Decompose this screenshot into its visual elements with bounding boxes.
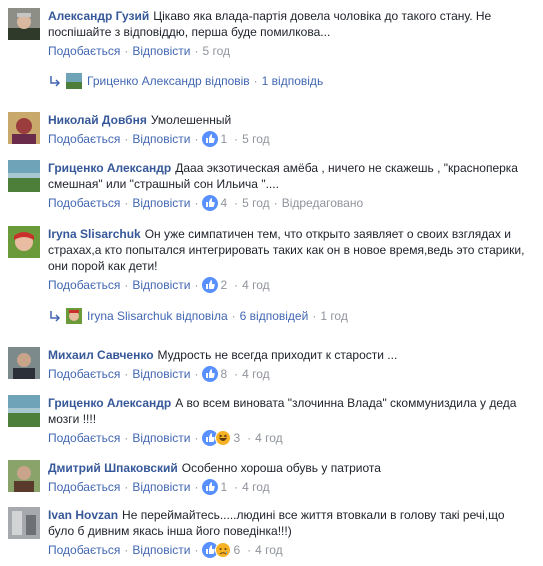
comment-author[interactable]: Дмитрий Шпаковский [48, 461, 178, 475]
timestamp[interactable]: 4 год [242, 366, 270, 382]
reactions[interactable]: 3 [202, 430, 240, 446]
reply-count[interactable]: 1 відповідь [262, 74, 324, 88]
comment-author[interactable]: Гриценко Александр [48, 396, 171, 410]
reply-button[interactable]: Відповісти [132, 366, 190, 382]
timestamp[interactable]: 4 год [255, 430, 283, 446]
reply-button[interactable]: Відповісти [132, 542, 190, 558]
like-button[interactable]: Подобається [48, 43, 120, 59]
avatar[interactable] [8, 112, 40, 144]
reply-count[interactable]: 6 відповідей [240, 309, 309, 323]
like-reaction-icon [202, 277, 219, 293]
avatar[interactable] [8, 395, 40, 427]
reactions[interactable]: 1 [202, 479, 227, 495]
reply-button[interactable]: Відповісти [132, 195, 190, 211]
comment-actions: Подобається · Відповісти · 1 · 5 год [48, 131, 270, 147]
reply-author[interactable]: Гриценко Александр [87, 74, 202, 88]
like-reaction-icon [202, 195, 219, 211]
reply-verb: відповіла [175, 309, 228, 323]
reply-thread-link[interactable]: Гриценко Александр відповів · 1 відповідь [48, 72, 323, 90]
like-button[interactable]: Подобається [48, 195, 120, 211]
comment-author[interactable]: Гриценко Александр [48, 161, 171, 175]
comment-actions: Подобається · Відповісти · 8 · 4 год [48, 366, 270, 382]
comment-message: Особенно хороша обувь у патриота [181, 461, 381, 475]
reply-button[interactable]: Відповісти [132, 479, 190, 495]
timestamp[interactable]: 4 год [242, 479, 270, 495]
reply-arrow-icon [50, 311, 61, 322]
comment-message: Мудрость не всегда приходит к старости .… [157, 348, 398, 362]
comment-text: Ivan Hovzan Не переймайтесь.....людині вс… [48, 507, 528, 539]
timestamp[interactable]: 5 год [242, 131, 270, 147]
comment-actions: Подобається · Відповісти · 2 · 4 год [48, 277, 270, 293]
reply-author[interactable]: Iryna Slisarchuk [87, 309, 172, 323]
comment-actions: Подобається · Відповісти · 6 · 4 год [48, 542, 283, 558]
timestamp[interactable]: 4 год [255, 542, 283, 558]
avatar[interactable] [8, 460, 40, 492]
like-button[interactable]: Подобається [48, 277, 120, 293]
reply-button[interactable]: Відповісти [132, 131, 190, 147]
comment-text: Михаил Савченко Мудрость не всегда приход… [48, 347, 528, 363]
reactions[interactable]: 8 [202, 366, 227, 382]
avatar[interactable] [8, 347, 40, 379]
timestamp[interactable]: 4 год [242, 277, 270, 293]
comment-text: Гриценко Александр А во всем виновата "зл… [48, 395, 528, 427]
avatar [66, 73, 82, 89]
sad-reaction-icon [215, 542, 232, 558]
comment-text: Дмитрий Шпаковский Особенно хороша обувь … [48, 460, 528, 476]
reaction-count[interactable]: 2 [220, 277, 227, 293]
reaction-count[interactable]: 4 [220, 195, 227, 211]
comment-actions: Подобається · Відповісти · 4 · 5 год · Відр… [48, 195, 364, 211]
reaction-count[interactable]: 8 [220, 366, 227, 382]
like-button[interactable]: Подобається [48, 366, 120, 382]
comment-text: Александр Гузий Цікаво яка влада-партія д… [48, 8, 528, 40]
reply-button[interactable]: Відповісти [132, 43, 190, 59]
reactions[interactable]: 6 [202, 542, 240, 558]
reply-verb: відповів [205, 74, 250, 88]
like-button[interactable]: Подобається [48, 542, 120, 558]
reply-thread-link[interactable]: Iryna Slisarchuk відповіла · 6 відповідей ·… [48, 307, 348, 325]
comment-author[interactable]: Михаил Савченко [48, 348, 154, 362]
reaction-count[interactable]: 1 [220, 131, 227, 147]
timestamp[interactable]: 5 год [202, 43, 230, 59]
comments-feed: Александр Гузий Цікаво яка влада-партія д… [0, 0, 543, 566]
like-reaction-icon [202, 479, 219, 495]
reaction-count[interactable]: 3 [233, 430, 240, 446]
comment-actions: Подобається · Відповісти · 5 год [48, 43, 230, 59]
reactions[interactable]: 4 [202, 195, 227, 211]
reply-time[interactable]: 1 год [320, 309, 348, 323]
comment-author[interactable]: Николай Довбня [48, 113, 147, 127]
reactions[interactable]: 2 [202, 277, 227, 293]
comment-text: Iryna Slisarchuk Он уже симпатичен тем, ч… [48, 226, 528, 274]
avatar[interactable] [8, 226, 40, 258]
avatar[interactable] [8, 8, 40, 40]
like-reaction-icon [202, 131, 219, 147]
reply-arrow-icon [50, 76, 61, 87]
reactions[interactable]: 1 [202, 131, 227, 147]
comment-text: Николай Довбня Умолешенный [48, 112, 528, 128]
comment-actions: Подобається · Відповісти · 3 · 4 год [48, 430, 283, 446]
reaction-count[interactable]: 1 [220, 479, 227, 495]
reply-button[interactable]: Відповісти [132, 277, 190, 293]
comment-actions: Подобається · Відповісти · 1 · 4 год [48, 479, 270, 495]
like-button[interactable]: Подобається [48, 430, 120, 446]
avatar [66, 308, 82, 324]
comment-text: Гриценко Александр Дааа экзотическая амёб… [48, 160, 528, 192]
comment-author[interactable]: Ivan Hovzan [48, 508, 118, 522]
haha-reaction-icon [215, 430, 232, 446]
like-button[interactable]: Подобається [48, 131, 120, 147]
edited-label[interactable]: Відредаговано [282, 195, 363, 211]
avatar[interactable] [8, 507, 40, 539]
like-button[interactable]: Подобається [48, 479, 120, 495]
comment-author[interactable]: Iryna Slisarchuk [48, 227, 141, 241]
reply-button[interactable]: Відповісти [132, 430, 190, 446]
comment-author[interactable]: Александр Гузий [48, 9, 149, 23]
reaction-count[interactable]: 6 [233, 542, 240, 558]
like-reaction-icon [202, 366, 219, 382]
timestamp[interactable]: 5 год [242, 195, 270, 211]
comment-message: Умолешенный [150, 113, 232, 127]
avatar[interactable] [8, 160, 40, 192]
